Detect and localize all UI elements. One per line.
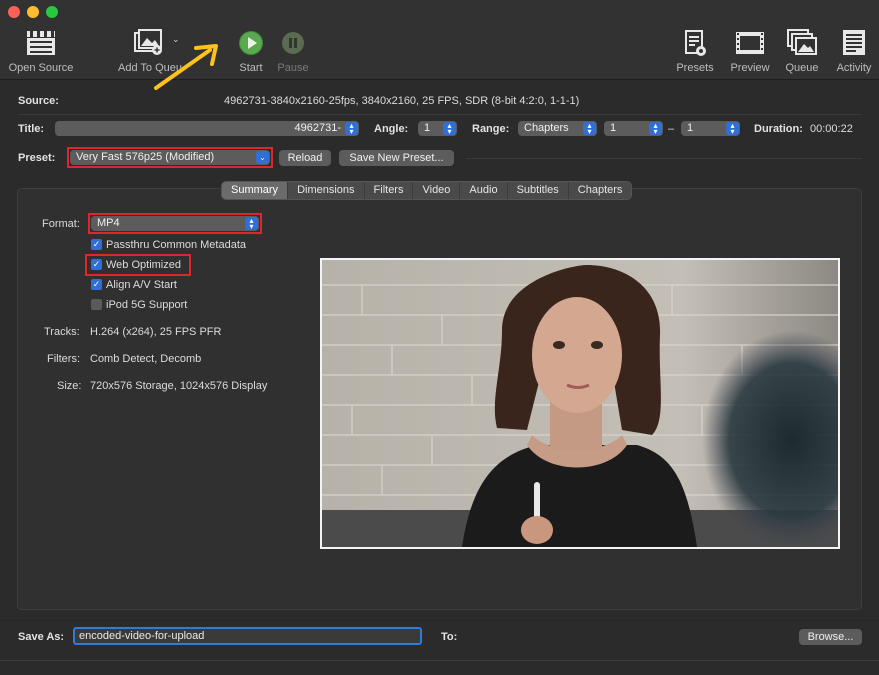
divider (18, 114, 862, 115)
queue-button[interactable]: Queue (780, 28, 824, 74)
pause-label: Pause (277, 62, 309, 74)
title-select-value: 4962731- (294, 122, 342, 134)
tab-filters[interactable]: Filters (365, 182, 414, 199)
queue-label: Queue (785, 62, 819, 74)
format-highlight (88, 213, 262, 234)
activity-label: Activity (836, 62, 872, 74)
duration-label: Duration: (754, 123, 803, 135)
range-mode-select[interactable]: Chapters ▴ ▾ (518, 121, 597, 136)
clapperboard-icon (6, 28, 76, 58)
tab-video[interactable]: Video (413, 182, 461, 199)
tab-bar: Summary Dimensions Filters Video Audio S… (221, 181, 633, 200)
divider (0, 620, 879, 621)
updown-arrow-icon: ▴ ▾ (583, 121, 596, 135)
duration-value: 00:00:22 (810, 123, 853, 135)
pause-icon (274, 28, 312, 58)
toolbar: Open Source Add To Queue ⌄ Start Pause P… (0, 0, 879, 90)
open-source-label: Open Source (8, 62, 74, 74)
passthru-metadata-label: Passthru Common Metadata (106, 239, 247, 251)
woman-portrait-icon (322, 260, 838, 547)
range-dash: – (668, 123, 675, 135)
title-label: Title: (18, 123, 45, 135)
presets-label: Presets (676, 62, 714, 74)
format-label: Format: (42, 218, 80, 230)
preset-highlight (67, 147, 273, 168)
save-new-preset-button[interactable]: Save New Preset... (339, 150, 454, 166)
activity-button[interactable]: Activity (830, 28, 878, 74)
align-av-start-checkbox[interactable]: ✓ (91, 279, 102, 290)
preview-image[interactable] (320, 258, 840, 549)
browse-button[interactable]: Browse... (799, 629, 862, 645)
range-end-value: 1 (687, 122, 694, 134)
destination-label: To: (441, 631, 458, 643)
divider (0, 660, 879, 661)
ipod-support-label: iPod 5G Support (106, 299, 188, 311)
filters-label: Filters: (47, 353, 80, 365)
source-value: 4962731-3840x2160-25fps, 3840x2160, 25 F… (224, 95, 580, 107)
angle-select-value: 1 (424, 122, 431, 134)
tracks-value: H.264 (x264), 25 FPS PFR (90, 326, 222, 338)
activity-log-icon (830, 28, 878, 58)
minimize-window-button[interactable] (27, 6, 39, 18)
save-as-label: Save As: (18, 631, 65, 643)
range-mode-value: Chapters (524, 122, 569, 134)
range-end-select[interactable]: 1 ▴ ▾ (681, 121, 740, 136)
pause-button[interactable]: Pause (274, 28, 312, 74)
angle-label: Angle: (374, 123, 409, 135)
range-start-value: 1 (610, 122, 617, 134)
annotation-arrow-icon (154, 44, 218, 90)
size-label: Size: (57, 380, 82, 392)
tracks-label: Tracks: (44, 326, 80, 338)
close-window-button[interactable] (8, 6, 20, 18)
passthru-metadata-checkbox[interactable]: ✓ (91, 239, 102, 250)
tab-summary[interactable]: Summary (222, 182, 289, 199)
angle-select[interactable]: 1 ▴ ▾ (418, 121, 457, 136)
tab-audio[interactable]: Audio (460, 182, 508, 199)
updown-arrow-icon: ▴ ▾ (726, 121, 739, 135)
size-value: 720x576 Storage, 1024x576 Display (90, 380, 268, 392)
range-label: Range: (472, 123, 510, 135)
align-av-start-label: Align A/V Start (106, 279, 177, 291)
divider (466, 158, 862, 159)
tab-subtitles[interactable]: Subtitles (508, 182, 569, 199)
open-source-button[interactable]: Open Source (6, 28, 76, 74)
tab-dimensions[interactable]: Dimensions (288, 182, 365, 199)
preset-document-icon (672, 28, 718, 58)
source-label: Source: (18, 95, 59, 107)
updown-arrow-icon: ▴ ▾ (443, 121, 456, 135)
queue-stack-icon (780, 28, 824, 58)
reload-preset-button[interactable]: Reload (279, 150, 331, 166)
range-start-select[interactable]: 1 ▴ ▾ (604, 121, 663, 136)
save-as-input[interactable]: encoded-video-for-upload (73, 627, 422, 645)
ipod-support-checkbox[interactable] (91, 299, 102, 310)
film-preview-icon (726, 28, 774, 58)
filters-value: Comb Detect, Decomb (90, 353, 202, 365)
preview-label: Preview (730, 62, 770, 74)
preset-label: Preset: (18, 152, 56, 164)
preview-button[interactable]: Preview (726, 28, 774, 74)
web-optimized-highlight (85, 254, 191, 276)
presets-button[interactable]: Presets (672, 28, 718, 74)
tab-chapters[interactable]: Chapters (569, 182, 632, 199)
maximize-window-button[interactable] (46, 6, 58, 18)
updown-arrow-icon: ▴ ▾ (345, 121, 358, 135)
updown-arrow-icon: ▴ ▾ (649, 121, 662, 135)
title-select[interactable]: 4962731- ▴ ▾ (55, 121, 359, 136)
